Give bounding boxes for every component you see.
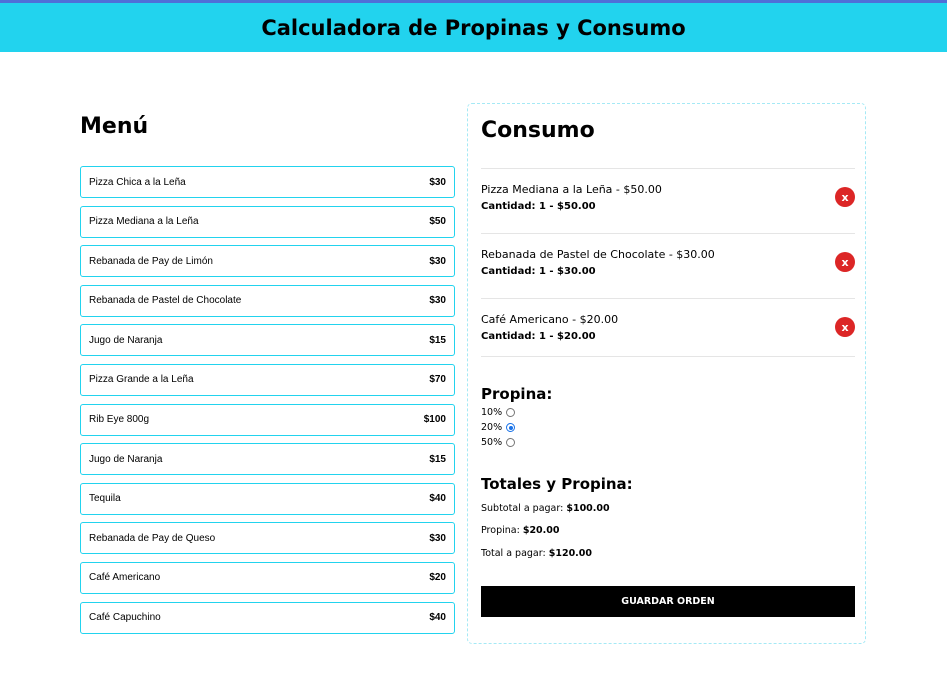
- propina-line: Propina: $20.00: [481, 525, 560, 536]
- menu-item-price: $30: [429, 295, 446, 307]
- page-title: Calculadora de Propinas y Consumo: [261, 15, 686, 40]
- menu-item-price: $50: [429, 216, 446, 228]
- order-item: Pizza Mediana a la Leña - $50.00 Cantida…: [481, 169, 855, 234]
- order-item-title: Pizza Mediana a la Leña - $50.00: [481, 183, 662, 196]
- tip-option-label: 50%: [481, 437, 503, 448]
- menu-item-pastel-chocolate[interactable]: Rebanada de Pastel de Chocolate $30: [80, 284, 455, 317]
- menu-item-jugo-naranja-2[interactable]: Jugo de Naranja $15: [80, 443, 455, 476]
- tip-option-20[interactable]: 20%: [481, 420, 516, 435]
- order-item-title: Rebanada de Pastel de Chocolate - $30.00: [481, 248, 715, 261]
- menu-item-price: $15: [429, 453, 446, 465]
- menu-title: Menú: [80, 114, 149, 139]
- order-list: Pizza Mediana a la Leña - $50.00 Cantida…: [481, 168, 855, 357]
- tip-option-10[interactable]: 10%: [481, 405, 516, 420]
- menu-item-pizza-mediana[interactable]: Pizza Mediana a la Leña $50: [80, 205, 455, 238]
- consumo-title: Consumo: [481, 118, 595, 143]
- order-item: Rebanada de Pastel de Chocolate - $30.00…: [481, 234, 855, 299]
- menu-item-pizza-grande[interactable]: Pizza Grande a la Leña $70: [80, 363, 455, 396]
- app-header: Calculadora de Propinas y Consumo: [0, 3, 947, 52]
- propina-title: Propina:: [481, 385, 553, 403]
- delete-order-button[interactable]: x: [835, 252, 855, 272]
- order-item-quantity: Cantidad: 1 - $20.00: [481, 331, 596, 342]
- tip-option-label: 20%: [481, 422, 503, 433]
- menu-item-price: $30: [429, 532, 446, 544]
- order-item: Café Americano - $20.00 Cantidad: 1 - $2…: [481, 299, 855, 357]
- menu-item-cafe-capuchino[interactable]: Café Capuchino $40: [80, 601, 455, 634]
- menu-item-rib-eye[interactable]: Rib Eye 800g $100: [80, 403, 455, 436]
- menu-item-pay-limon[interactable]: Rebanada de Pay de Limón $30: [80, 245, 455, 278]
- menu-item-tequila[interactable]: Tequila $40: [80, 482, 455, 515]
- propina-value: $20.00: [522, 525, 560, 536]
- tip-option-label: 10%: [481, 407, 503, 418]
- menu-item-price: $40: [429, 493, 446, 505]
- consumo-panel: Consumo Pizza Mediana a la Leña - $50.00…: [467, 103, 866, 644]
- delete-order-button[interactable]: x: [835, 187, 855, 207]
- total-line: Total a pagar: $120.00: [481, 548, 592, 559]
- menu-item-price: $100: [423, 414, 446, 426]
- total-label: Total a pagar:: [481, 548, 546, 559]
- menu-item-name: Tequila: [89, 493, 121, 505]
- menu-item-price: $40: [429, 612, 446, 624]
- tip-radio-10[interactable]: [506, 408, 516, 417]
- menu-item-price: $30: [429, 176, 446, 188]
- menu-item-price: $15: [429, 334, 446, 346]
- menu-item-price: $70: [429, 374, 446, 386]
- order-item-quantity: Cantidad: 1 - $30.00: [481, 266, 596, 277]
- menu-item-name: Rebanada de Pay de Queso: [89, 532, 216, 544]
- menu-item-jugo-naranja[interactable]: Jugo de Naranja $15: [80, 324, 455, 357]
- menu-item-name: Rebanada de Pay de Limón: [89, 255, 213, 267]
- menu-item-name: Pizza Chica a la Leña: [89, 176, 186, 188]
- tip-radio-50[interactable]: [506, 438, 516, 447]
- menu-item-name: Café Capuchino: [89, 612, 161, 624]
- menu-item-name: Jugo de Naranja: [89, 453, 163, 465]
- save-order-button[interactable]: Guardar Orden: [481, 586, 855, 617]
- tip-options: 10% 20% 50%: [481, 405, 516, 450]
- menu-item-price: $20: [429, 572, 446, 584]
- totales-title: Totales y Propina:: [481, 475, 633, 493]
- menu-item-pay-queso[interactable]: Rebanada de Pay de Queso $30: [80, 522, 455, 555]
- subtotal-line: Subtotal a pagar: $100.00: [481, 503, 610, 514]
- menu-item-price: $30: [429, 255, 446, 267]
- delete-order-button[interactable]: x: [835, 317, 855, 337]
- menu-item-name: Café Americano: [89, 572, 161, 584]
- menu-item-name: Rebanada de Pastel de Chocolate: [89, 295, 242, 307]
- menu-list: Pizza Chica a la Leña $30 Pizza Mediana …: [80, 166, 455, 641]
- order-item-title: Café Americano - $20.00: [481, 313, 619, 326]
- tip-radio-20[interactable]: [506, 423, 516, 432]
- menu-item-name: Pizza Mediana a la Leña: [89, 216, 199, 228]
- order-item-quantity: Cantidad: 1 - $50.00: [481, 201, 596, 212]
- tip-option-50[interactable]: 50%: [481, 435, 516, 450]
- subtotal-label: Subtotal a pagar:: [481, 503, 564, 514]
- subtotal-value: $100.00: [566, 503, 610, 514]
- propina-label: Propina:: [481, 525, 520, 536]
- menu-item-cafe-americano[interactable]: Café Americano $20: [80, 561, 455, 594]
- menu-item-name: Pizza Grande a la Leña: [89, 374, 194, 386]
- menu-item-name: Jugo de Naranja: [89, 334, 163, 346]
- menu-item-name: Rib Eye 800g: [89, 414, 150, 426]
- total-value: $120.00: [548, 548, 593, 559]
- menu-item-pizza-chica[interactable]: Pizza Chica a la Leña $30: [80, 166, 455, 198]
